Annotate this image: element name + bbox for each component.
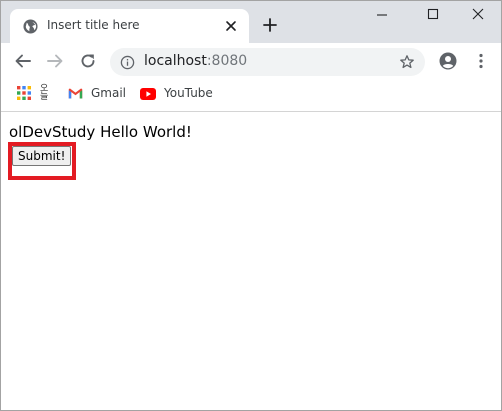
toolbar: localhost:8080	[1, 43, 501, 79]
url-text[interactable]: localhost:8080	[144, 53, 247, 69]
tab-strip: Insert title here	[1, 1, 501, 43]
apps-grid-icon[interactable]	[17, 86, 31, 100]
browser-tab[interactable]: Insert title here	[10, 9, 249, 43]
bookmarks-bar: 오늘 Gmail YouTube	[1, 79, 501, 112]
info-icon[interactable]	[120, 55, 135, 70]
bookmark-youtube[interactable]: YouTube	[164, 86, 213, 100]
window-close-icon[interactable]	[471, 7, 485, 21]
globe-icon	[23, 19, 38, 34]
star-icon[interactable]	[399, 54, 415, 70]
browser-window: Insert title here localhost:8080 오늘 Gmai…	[0, 0, 502, 411]
menu-dots-icon[interactable]	[472, 52, 490, 70]
hello-message: olDevStudy Hello World!	[9, 123, 192, 141]
profile-icon[interactable]	[439, 52, 457, 70]
gmail-icon	[68, 88, 83, 99]
new-tab-icon[interactable]	[262, 17, 278, 33]
bookmark-gmail[interactable]: Gmail	[91, 86, 126, 100]
url-port: :8080	[206, 53, 248, 69]
page-content: olDevStudy Hello World! Submit!	[1, 112, 501, 410]
maximize-icon[interactable]	[426, 7, 440, 21]
youtube-icon	[140, 88, 156, 100]
tab-title: Insert title here	[47, 18, 140, 32]
address-bar[interactable]: localhost:8080	[110, 48, 425, 76]
close-icon[interactable]	[224, 19, 238, 33]
submit-button[interactable]: Submit!	[12, 146, 72, 166]
url-host: localhost	[144, 53, 207, 69]
back-arrow-icon[interactable]	[14, 52, 32, 70]
forward-arrow-icon[interactable]	[46, 52, 64, 70]
bookmark-korean-today[interactable]: 오늘	[40, 85, 52, 102]
reload-icon[interactable]	[79, 52, 97, 70]
minimize-icon[interactable]	[375, 7, 389, 21]
